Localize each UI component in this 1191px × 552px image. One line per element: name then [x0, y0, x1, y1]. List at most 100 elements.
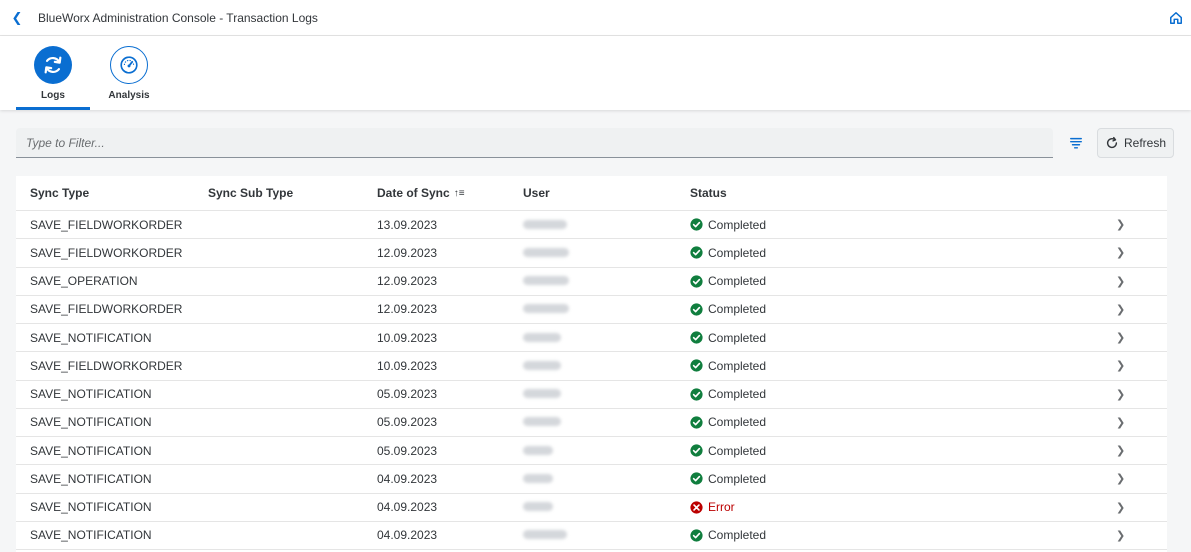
cell-user — [509, 246, 676, 260]
cell-user — [509, 331, 676, 345]
cell-sync-type: SAVE_NOTIFICATION — [30, 528, 152, 543]
sort-ascending-icon: ↑≡ — [453, 187, 465, 199]
chevron-right-icon: ❯ — [1116, 529, 1126, 542]
success-icon — [690, 303, 703, 316]
row-navigation[interactable]: ❯ — [1116, 472, 1167, 485]
tab-analysis[interactable]: Analysis — [90, 36, 168, 110]
table-row[interactable]: SAVE_NOTIFICATION 05.09.2023 Completed ❯ — [16, 409, 1167, 437]
status-text: Completed — [708, 245, 767, 260]
cell-user — [509, 500, 676, 514]
cell-sync-type: SAVE_NOTIFICATION — [30, 443, 152, 458]
row-navigation[interactable]: ❯ — [1116, 444, 1167, 457]
cell-date-of-sync: 12.09.2023 — [377, 245, 438, 260]
cell-user — [509, 387, 676, 401]
chevron-right-icon: ❯ — [1116, 501, 1126, 514]
home-icon — [1170, 12, 1182, 24]
success-icon — [690, 388, 703, 401]
table-row[interactable]: SAVE_NOTIFICATION 04.09.2023 Completed ❯ — [16, 465, 1167, 494]
table-row[interactable]: SAVE_FIELDWORKORDER 12.09.2023 Completed ❯ — [16, 239, 1167, 268]
active-tab-indicator — [16, 107, 90, 110]
row-navigation[interactable]: ❯ — [1116, 388, 1167, 401]
redacted-user — [523, 360, 561, 370]
status-text: Completed — [708, 415, 767, 430]
home-button[interactable] — [1167, 9, 1185, 27]
cell-sync-type: SAVE_FIELDWORKORDER — [30, 245, 183, 260]
cell-sync-type: SAVE_FIELDWORKORDER — [30, 358, 183, 373]
tab-analysis-label: Analysis — [108, 90, 150, 101]
chevron-right-icon: ❯ — [1116, 332, 1126, 345]
cell-status: Completed — [676, 218, 1116, 232]
table-body: SAVE_FIELDWORKORDER 13.09.2023 Completed ❯ S… — [16, 211, 1167, 550]
status-text: Completed — [708, 443, 767, 458]
table-row[interactable]: SAVE_FIELDWORKORDER 10.09.2023 Completed ❯ — [16, 352, 1167, 381]
row-navigation[interactable]: ❯ — [1116, 331, 1167, 344]
row-navigation[interactable]: ❯ — [1116, 501, 1167, 514]
cell-status: Completed — [676, 415, 1116, 429]
filter-toolbar: Refresh — [16, 128, 1175, 158]
row-navigation[interactable]: ❯ — [1116, 416, 1167, 429]
success-icon — [690, 472, 703, 485]
table-row[interactable]: SAVE_NOTIFICATION 10.09.2023 Completed ❯ — [16, 324, 1167, 353]
table-settings-button[interactable] — [1061, 128, 1091, 158]
cell-user — [509, 274, 676, 288]
cell-date-of-sync: 04.09.2023 — [377, 500, 438, 515]
table-row[interactable]: SAVE_OPERATION 12.09.2023 Completed ❯ — [16, 268, 1167, 296]
cell-user — [509, 359, 676, 373]
row-navigation[interactable]: ❯ — [1116, 303, 1167, 316]
cell-date-of-sync: 04.09.2023 — [377, 528, 438, 543]
cell-user — [509, 472, 676, 486]
status-text: Completed — [708, 274, 767, 289]
table-row[interactable]: SAVE_FIELDWORKORDER 13.09.2023 Completed ❯ — [16, 211, 1167, 240]
filter-input[interactable] — [16, 128, 1053, 158]
cell-date-of-sync: 04.09.2023 — [377, 471, 438, 486]
cell-sync-type: SAVE_NOTIFICATION — [30, 387, 152, 402]
redacted-user — [523, 530, 567, 540]
cell-date-of-sync: 05.09.2023 — [377, 443, 438, 458]
redacted-user — [523, 332, 561, 342]
status-text: Completed — [708, 330, 767, 345]
success-icon — [690, 444, 703, 457]
chevron-right-icon: ❯ — [1116, 275, 1126, 288]
success-icon — [690, 246, 703, 259]
tab-logs[interactable]: Logs — [16, 36, 90, 110]
success-icon — [690, 529, 703, 542]
cell-sync-type: SAVE_FIELDWORKORDER — [30, 302, 183, 317]
column-header-sync-type[interactable]: Sync Type — [16, 186, 194, 200]
cell-status: Completed — [676, 444, 1116, 458]
status-text: Error — [708, 500, 735, 515]
table-row[interactable]: SAVE_NOTIFICATION 04.09.2023 Error ❯ — [16, 494, 1167, 522]
shell-bar: ❮ BlueWorx Administration Console - Tran… — [0, 0, 1191, 36]
success-icon — [690, 275, 703, 288]
row-navigation[interactable]: ❯ — [1116, 246, 1167, 259]
column-header-status[interactable]: Status — [676, 186, 1116, 200]
column-header-date-of-sync[interactable]: Date of Sync ↑≡ — [363, 186, 509, 200]
gauge-icon — [120, 56, 138, 74]
table-row[interactable]: SAVE_NOTIFICATION 05.09.2023 Completed ❯ — [16, 381, 1167, 409]
status-text: Completed — [708, 217, 767, 232]
back-button[interactable]: ❮ — [0, 0, 34, 36]
cell-user — [509, 528, 676, 542]
chevron-right-icon: ❯ — [1116, 416, 1126, 429]
column-header-sync-sub-type[interactable]: Sync Sub Type — [194, 186, 363, 200]
status-text: Completed — [708, 358, 767, 373]
table-row[interactable]: SAVE_NOTIFICATION 05.09.2023 Completed ❯ — [16, 437, 1167, 466]
table-row[interactable]: SAVE_FIELDWORKORDER 12.09.2023 Completed ❯ — [16, 296, 1167, 324]
chevron-right-icon: ❯ — [1116, 219, 1126, 232]
row-navigation[interactable]: ❯ — [1116, 359, 1167, 372]
row-navigation[interactable]: ❯ — [1116, 529, 1167, 542]
row-navigation[interactable]: ❯ — [1116, 275, 1167, 288]
cell-date-of-sync: 13.09.2023 — [377, 217, 438, 232]
cell-date-of-sync: 10.09.2023 — [377, 330, 438, 345]
redacted-user — [523, 219, 567, 229]
cell-status: Completed — [676, 331, 1116, 345]
success-icon — [690, 359, 703, 372]
table-row[interactable]: SAVE_NOTIFICATION 04.09.2023 Completed ❯ — [16, 522, 1167, 550]
tab-logs-circle — [34, 46, 72, 84]
row-navigation[interactable]: ❯ — [1116, 218, 1167, 231]
chevron-left-icon: ❮ — [11, 9, 23, 25]
refresh-button[interactable]: Refresh — [1097, 128, 1174, 158]
chevron-right-icon: ❯ — [1116, 388, 1126, 401]
tab-logs-label: Logs — [41, 90, 65, 101]
refresh-label: Refresh — [1123, 136, 1167, 150]
column-header-user[interactable]: User — [509, 186, 676, 200]
